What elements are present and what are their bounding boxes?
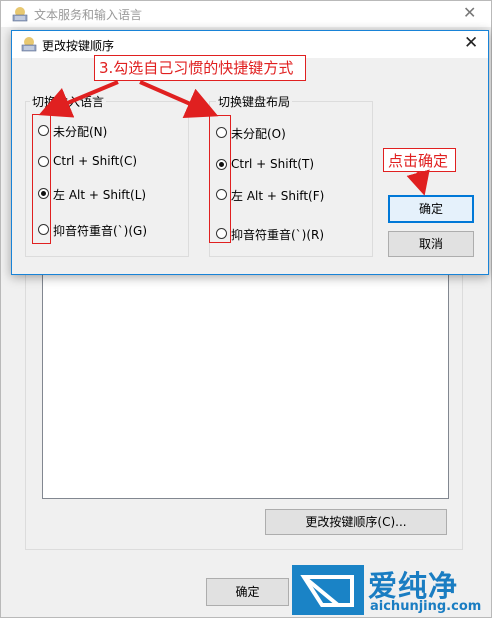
arrow-to-input-options: [38, 80, 119, 118]
site-watermark: 爱纯净 aichunjing.com: [292, 563, 492, 618]
arrow-to-ok-button: [406, 169, 430, 196]
annotation-arrows: [38, 80, 430, 196]
arrow-to-layout-options: [139, 80, 219, 119]
watermark-url: aichunjing.com: [370, 599, 482, 614]
brand-logo-icon: [292, 565, 364, 615]
